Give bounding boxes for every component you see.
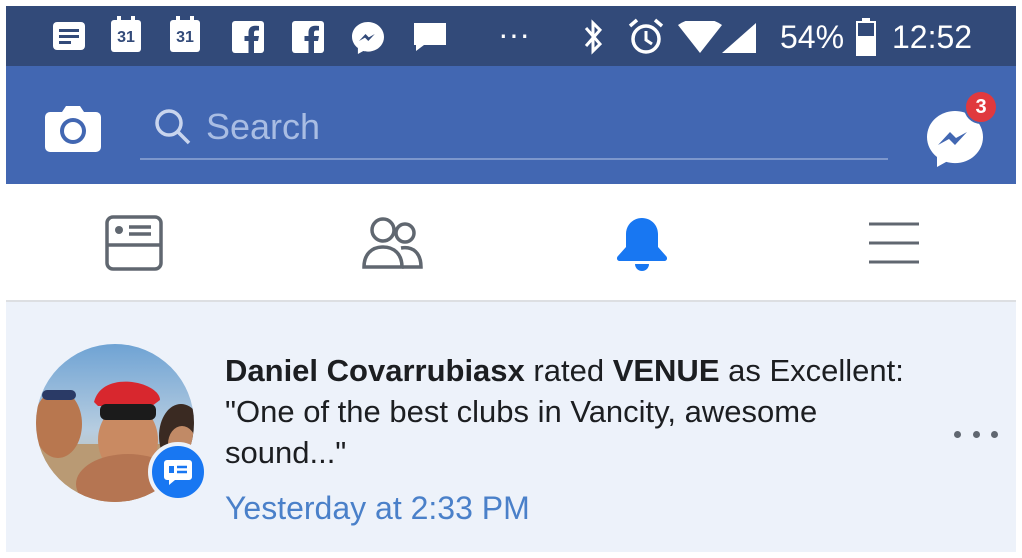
- messenger-icon: [352, 22, 384, 54]
- messenger-unread-badge: 3: [964, 90, 998, 124]
- actor-avatar-wrapper: [36, 344, 208, 502]
- battery-percentage: 54%: [780, 19, 845, 55]
- top-header: [6, 66, 1016, 184]
- notification-timestamp: Yesterday at 2:33 PM: [225, 490, 530, 526]
- speech-bubble-icon: [164, 460, 192, 485]
- notification-item[interactable]: Daniel Covarrubiasx rated VENUE as Excel…: [6, 302, 1016, 552]
- calendar-icon: 31: [170, 16, 200, 52]
- tab-friends[interactable]: [292, 184, 492, 302]
- bluetooth-icon: [584, 19, 603, 55]
- notification-text: Daniel Covarrubiasx rated VENUE as Excel…: [225, 350, 925, 474]
- tab-news-feed[interactable]: [34, 184, 234, 302]
- search-icon: [155, 109, 191, 145]
- facebook-icon: [232, 21, 264, 53]
- search-bar[interactable]: [140, 98, 888, 160]
- message-icon: [414, 23, 446, 51]
- target-venue[interactable]: VENUE: [613, 353, 720, 388]
- clock: 12:52: [892, 19, 973, 55]
- news-notification-icon: [53, 22, 85, 50]
- alarm-icon: [628, 18, 664, 54]
- camera-icon[interactable]: [44, 102, 102, 154]
- notification-verb: rated: [524, 353, 613, 388]
- tab-bar: [6, 184, 1016, 302]
- facebook-icon: [292, 21, 324, 53]
- calendar-icon: 31: [111, 16, 141, 52]
- friends-icon: [362, 217, 423, 269]
- battery-icon: [856, 18, 876, 56]
- actor-name[interactable]: Daniel Covarrubiasx: [225, 353, 525, 388]
- wifi-icon: [678, 21, 722, 53]
- status-overflow: ···: [498, 16, 530, 52]
- review-comment-badge: [148, 442, 208, 502]
- news-feed-icon: [105, 215, 163, 271]
- hamburger-menu-icon: [869, 222, 919, 264]
- bell-icon: [616, 218, 668, 271]
- search-input[interactable]: [206, 102, 866, 152]
- tab-notifications[interactable]: [542, 184, 742, 302]
- more-options-icon[interactable]: [954, 422, 998, 446]
- app-frame: 31 31 ··· 54% 12:52 Search 3 Daniel Cova…: [6, 6, 1016, 552]
- status-bar: 31 31 ··· 54% 12:52: [6, 6, 1016, 66]
- cellular-signal-icon: [722, 23, 756, 53]
- tab-menu[interactable]: [794, 184, 994, 302]
